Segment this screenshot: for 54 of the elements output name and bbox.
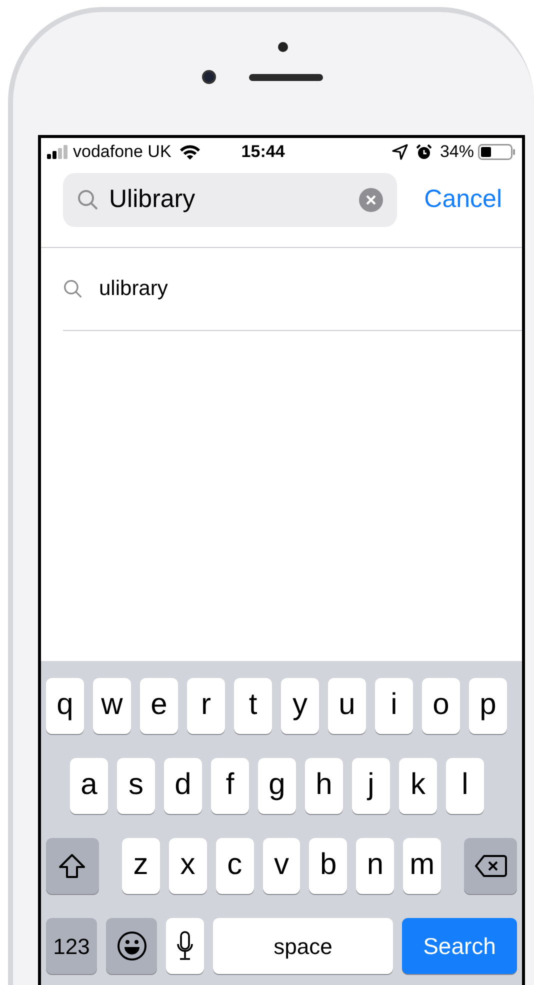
suggestion-text: ulibrary <box>99 276 168 302</box>
suggestion-row[interactable]: ulibrary <box>63 248 522 331</box>
search-icon <box>77 189 99 211</box>
letter-key[interactable]: x <box>168 838 207 894</box>
letter-key[interactable]: a <box>70 758 108 814</box>
wifi-icon <box>179 144 202 160</box>
numbers-key[interactable]: 123 <box>46 918 97 974</box>
shift-arrow-icon <box>58 853 86 879</box>
shift-key[interactable] <box>46 838 99 894</box>
search-key[interactable]: Search <box>402 918 517 974</box>
search-icon <box>63 279 83 299</box>
letter-key[interactable]: y <box>281 678 319 734</box>
microphone-key[interactable] <box>166 918 204 974</box>
microphone-icon <box>176 931 194 961</box>
letter-key[interactable]: j <box>352 758 390 814</box>
letter-key[interactable]: b <box>309 838 348 894</box>
letter-key[interactable]: q <box>46 678 84 734</box>
backspace-icon <box>474 855 507 877</box>
letter-key[interactable]: s <box>117 758 155 814</box>
delete-key[interactable] <box>464 838 517 894</box>
battery-icon <box>478 144 516 160</box>
letter-key[interactable]: i <box>375 678 413 734</box>
letter-key[interactable]: v <box>262 838 300 894</box>
letter-key[interactable]: e <box>140 678 178 734</box>
letter-key[interactable]: c <box>216 838 254 894</box>
letter-key[interactable]: o <box>422 678 460 734</box>
letter-key[interactable]: r <box>187 678 225 734</box>
letter-key[interactable]: f <box>211 758 249 814</box>
camera-lens <box>202 70 216 84</box>
location-arrow-icon <box>392 144 408 160</box>
letter-key[interactable]: h <box>305 758 343 814</box>
letter-key[interactable]: m <box>403 838 442 894</box>
space-key[interactable]: space <box>213 918 393 974</box>
letter-key[interactable]: n <box>356 838 394 894</box>
letter-key[interactable]: g <box>258 758 296 814</box>
battery-percentage: 34% <box>440 141 474 164</box>
search-field[interactable]: Ulibrary <box>63 173 397 227</box>
letter-key[interactable]: u <box>328 678 366 734</box>
letter-key[interactable]: z <box>122 838 160 894</box>
cancel-button[interactable]: Cancel <box>424 181 502 219</box>
emoji-key[interactable] <box>106 918 157 974</box>
letter-key[interactable]: k <box>399 758 437 814</box>
status-time: 15:44 <box>241 141 285 164</box>
alarm-clock-icon <box>416 144 432 160</box>
carrier-name: vodafone UK <box>73 141 172 164</box>
clear-icon[interactable] <box>359 188 383 212</box>
letter-key[interactable]: p <box>469 678 507 734</box>
smiley-face-icon <box>116 931 146 961</box>
signal-icon <box>47 145 69 159</box>
letter-key[interactable]: w <box>93 678 131 734</box>
letter-key[interactable]: l <box>446 758 484 814</box>
letter-key[interactable]: d <box>164 758 202 814</box>
search-query: Ulibrary <box>109 184 196 216</box>
letter-key[interactable]: t <box>234 678 272 734</box>
